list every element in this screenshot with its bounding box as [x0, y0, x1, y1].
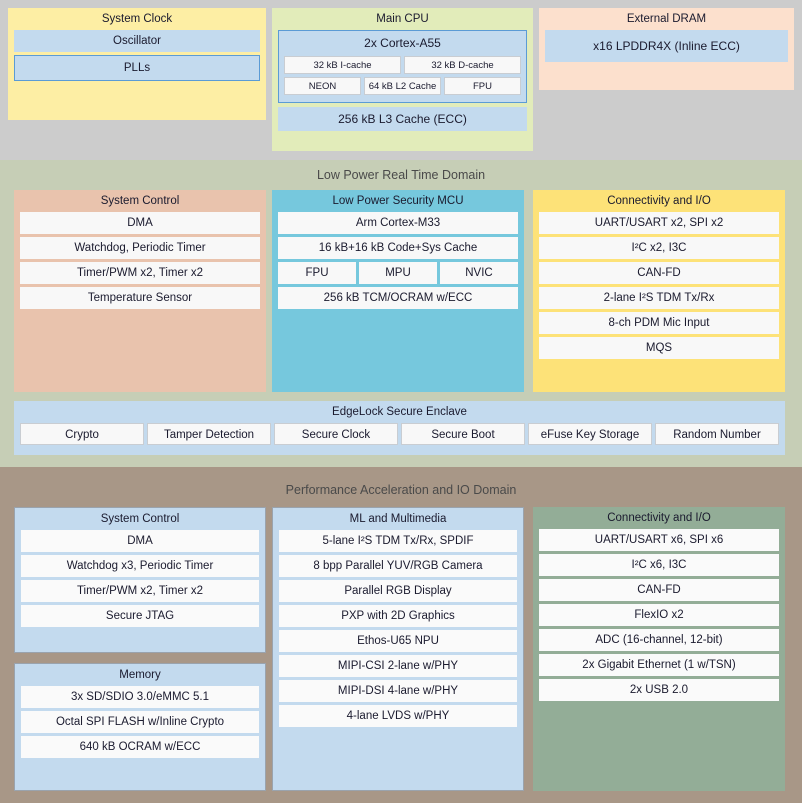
panel-lp-system-control: System Control DMA Watchdog, Periodic Ti… — [14, 190, 266, 392]
main-cpu-title: Main CPU — [376, 13, 429, 25]
panel-edgelock-secure-enclave: EdgeLock Secure Enclave Crypto Tamper De… — [14, 401, 785, 455]
panel-pf-connectivity: Connectivity and I/O UART/USART x6, SPI … — [533, 507, 785, 791]
lp-system-control-item-watchdog: Watchdog, Periodic Timer — [20, 237, 260, 259]
pf-memory-item-octal-spi-flash: Octal SPI FLASH w/Inline Crypto — [21, 711, 259, 733]
lp-mcu-cache: 16 kB+16 kB Code+Sys Cache — [278, 237, 518, 259]
low-power-domain-title: Low Power Real Time Domain — [316, 168, 486, 182]
lp-connectivity-item-canfd: CAN-FD — [539, 262, 779, 284]
cortex-a55-label: 2x Cortex-A55 — [364, 36, 441, 50]
ml-item-parallel-camera: 8 bpp Parallel YUV/RGB Camera — [279, 555, 517, 577]
panel-external-dram: External DRAM x16 LPDDR4X (Inline ECC) — [539, 8, 794, 90]
lp-system-control-item-dma: DMA — [20, 212, 260, 234]
pf-memory-item-sd-emmc: 3x SD/SDIO 3.0/eMMC 5.1 — [21, 686, 259, 708]
cpu-cell-icache: 32 kB I-cache — [284, 56, 401, 74]
edgelock-item-secure-clock: Secure Clock — [274, 423, 398, 445]
lp-mcu-unit-mpu: MPU — [359, 262, 437, 284]
pf-connectivity-item-i2c: I²C x6, I3C — [539, 554, 779, 576]
lp-connectivity-item-pdm: 8-ch PDM Mic Input — [539, 312, 779, 334]
ml-item-mipi-csi: MIPI-CSI 2-lane w/PHY — [279, 655, 517, 677]
cpu-cell-dcache: 32 kB D-cache — [404, 56, 521, 74]
pf-connectivity-item-usb: 2x USB 2.0 — [539, 679, 779, 701]
lp-security-mcu-title: Low Power Security MCU — [332, 195, 464, 207]
lp-connectivity-title: Connectivity and I/O — [607, 195, 711, 207]
edgelock-items-row: Crypto Tamper Detection Secure Clock Sec… — [20, 423, 779, 445]
panel-ml-multimedia: ML and Multimedia 5-lane I²S TDM Tx/Rx, … — [272, 507, 524, 791]
pf-memory-item-ocram: 640 kB OCRAM w/ECC — [21, 736, 259, 758]
system-clock-title: System Clock — [101, 13, 173, 25]
ml-item-parallel-rgb-display: Parallel RGB Display — [279, 580, 517, 602]
bottom-margin — [0, 803, 802, 808]
ml-item-lvds: 4-lane LVDS w/PHY — [279, 705, 517, 727]
pf-system-control-item-watchdog: Watchdog x3, Periodic Timer — [21, 555, 259, 577]
panel-main-cpu: Main CPU 2x Cortex-A55 32 kB I-cache 32 … — [272, 8, 533, 151]
edgelock-item-tamper-detection: Tamper Detection — [147, 423, 271, 445]
ml-item-ethos-u65-npu: Ethos-U65 NPU — [279, 630, 517, 652]
lp-system-control-title: System Control — [100, 195, 180, 207]
cpu-cell-l2cache: 64 kB L2 Cache — [364, 77, 441, 95]
lp-mcu-unit-nvic: NVIC — [440, 262, 518, 284]
cpu-cell-neon: NEON — [284, 77, 361, 95]
pf-system-control-item-dma: DMA — [21, 530, 259, 552]
lp-connectivity-item-mqs: MQS — [539, 337, 779, 359]
cpu-cell-fpu: FPU — [444, 77, 521, 95]
external-dram-title: External DRAM — [626, 13, 707, 25]
pf-connectivity-item-adc: ADC (16-channel, 12-bit) — [539, 629, 779, 651]
panel-pf-memory: Memory 3x SD/SDIO 3.0/eMMC 5.1 Octal SPI… — [14, 663, 266, 791]
lp-system-control-item-temp-sensor: Temperature Sensor — [20, 287, 260, 309]
lp-mcu-units-row: FPU MPU NVIC — [278, 262, 518, 284]
pf-connectivity-item-canfd: CAN-FD — [539, 579, 779, 601]
cpu-cache-row-2: NEON 64 kB L2 Cache FPU — [284, 77, 521, 95]
edgelock-item-crypto: Crypto — [20, 423, 144, 445]
panel-lp-connectivity: Connectivity and I/O UART/USART x2, SPI … — [533, 190, 785, 392]
lp-system-control-item-timer: Timer/PWM x2, Timer x2 — [20, 262, 260, 284]
pf-system-control-item-secure-jtag: Secure JTAG — [21, 605, 259, 627]
external-dram-item-lpddr4x: x16 LPDDR4X (Inline ECC) — [545, 30, 788, 62]
pf-connectivity-item-flexio: FlexIO x2 — [539, 604, 779, 626]
pf-system-control-title: System Control — [100, 513, 180, 525]
lp-mcu-unit-fpu: FPU — [278, 262, 356, 284]
lp-mcu-tcm-ocram: 256 kB TCM/OCRAM w/ECC — [278, 287, 518, 309]
panel-lp-security-mcu: Low Power Security MCU Arm Cortex-M33 16… — [272, 190, 524, 392]
panel-pf-system-control: System Control DMA Watchdog x3, Periodic… — [14, 507, 266, 653]
system-clock-item-plls: PLLs — [14, 55, 260, 81]
lp-mcu-core-cortex-m33: Arm Cortex-M33 — [278, 212, 518, 234]
lp-connectivity-item-i2c: I²C x2, I3C — [539, 237, 779, 259]
ml-item-i2s-tdm-spdif: 5-lane I²S TDM Tx/Rx, SPDIF — [279, 530, 517, 552]
soc-block-diagram: Low Power Real Time Domain Performance A… — [0, 0, 802, 808]
edgelock-title: EdgeLock Secure Enclave — [332, 406, 467, 418]
edgelock-item-efuse-key-storage: eFuse Key Storage — [528, 423, 652, 445]
lp-connectivity-item-uart: UART/USART x2, SPI x2 — [539, 212, 779, 234]
pf-connectivity-item-uart: UART/USART x6, SPI x6 — [539, 529, 779, 551]
edgelock-item-random-number: Random Number — [655, 423, 779, 445]
ml-multimedia-title: ML and Multimedia — [349, 513, 447, 525]
performance-domain-title: Performance Acceleration and IO Domain — [285, 483, 517, 497]
cpu-cache-row-1: 32 kB I-cache 32 kB D-cache — [284, 56, 521, 74]
ml-item-mipi-dsi: MIPI-DSI 4-lane w/PHY — [279, 680, 517, 702]
panel-system-clock: System Clock Oscillator PLLs — [8, 8, 266, 120]
pf-connectivity-title: Connectivity and I/O — [607, 512, 711, 524]
pf-system-control-item-timer: Timer/PWM x2, Timer x2 — [21, 580, 259, 602]
cpu-l3-cache: 256 kB L3 Cache (ECC) — [278, 107, 527, 131]
pf-memory-title: Memory — [119, 669, 161, 681]
edgelock-item-secure-boot: Secure Boot — [401, 423, 525, 445]
cortex-a55-cluster: 2x Cortex-A55 32 kB I-cache 32 kB D-cach… — [278, 30, 527, 103]
lp-connectivity-item-i2s: 2-lane I²S TDM Tx/Rx — [539, 287, 779, 309]
ml-item-pxp-2d-graphics: PXP with 2D Graphics — [279, 605, 517, 627]
system-clock-item-oscillator: Oscillator — [14, 30, 260, 52]
pf-connectivity-item-gigabit-ethernet: 2x Gigabit Ethernet (1 w/TSN) — [539, 654, 779, 676]
